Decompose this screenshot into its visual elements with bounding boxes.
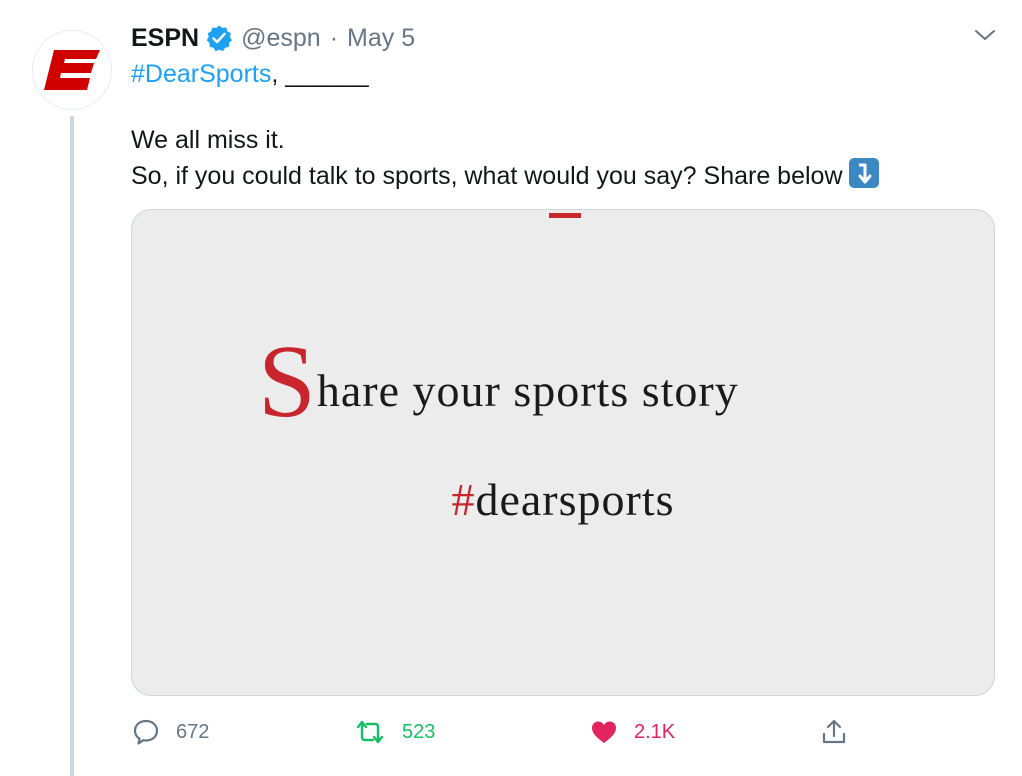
tweet-card[interactable]: ESPN @espn · May 5 #DearSports, ______ W… <box>0 0 1022 776</box>
tweet-body-line-1: We all miss it. <box>131 126 285 154</box>
share-button[interactable] <box>819 712 849 752</box>
media-hashtag: #dearsports <box>132 473 994 526</box>
retweet-button[interactable]: 523 <box>353 712 435 752</box>
like-count: 2.1K <box>634 720 676 743</box>
reply-button[interactable]: 672 <box>131 712 209 752</box>
thread-connector-line <box>70 116 74 776</box>
espn-logo-icon <box>44 50 100 90</box>
retweet-icon <box>356 720 384 744</box>
share-upload-icon <box>822 719 846 744</box>
tweet-header: ESPN @espn · May 5 <box>131 20 415 56</box>
media-accent-bar <box>549 213 581 218</box>
media-headline: Share your sports story <box>258 330 739 434</box>
like-button[interactable]: 2.1K <box>589 712 675 752</box>
tweet-action-bar: 672 523 2.1K <box>131 712 1011 752</box>
author-handle[interactable]: @espn <box>241 24 321 53</box>
tweet-date[interactable]: May 5 <box>347 24 415 53</box>
tweet-first-line: #DearSports, ______ <box>131 56 369 92</box>
header-separator: · <box>329 23 339 52</box>
media-headline-rest: hare your sports story <box>316 365 739 416</box>
arrow-down-right-emoji-icon <box>848 158 879 188</box>
blank-fill-text: , ______ <box>271 60 369 88</box>
retweet-count: 523 <box>402 720 436 743</box>
chevron-down-icon[interactable] <box>970 22 1000 48</box>
tweet-body-line-2-text: So, if you could talk to sports, what wo… <box>131 162 843 190</box>
tweet-media-image[interactable]: Share your sports story #dearsports <box>131 209 995 696</box>
avatar[interactable] <box>32 30 112 110</box>
reply-count: 672 <box>176 720 210 743</box>
author-name[interactable]: ESPN <box>131 24 199 53</box>
verified-badge-icon <box>205 24 233 52</box>
heart-icon <box>592 721 616 743</box>
media-hashtag-symbol: # <box>451 474 476 525</box>
hashtag-link[interactable]: #DearSports <box>131 60 271 88</box>
media-headline-initial: S <box>258 324 317 439</box>
media-hashtag-text: dearsports <box>475 474 675 525</box>
tweet-body: We all miss it. So, if you could talk to… <box>131 122 879 194</box>
tweet-body-line-2: So, if you could talk to sports, what wo… <box>131 158 879 194</box>
reply-bubble-icon <box>133 719 159 745</box>
